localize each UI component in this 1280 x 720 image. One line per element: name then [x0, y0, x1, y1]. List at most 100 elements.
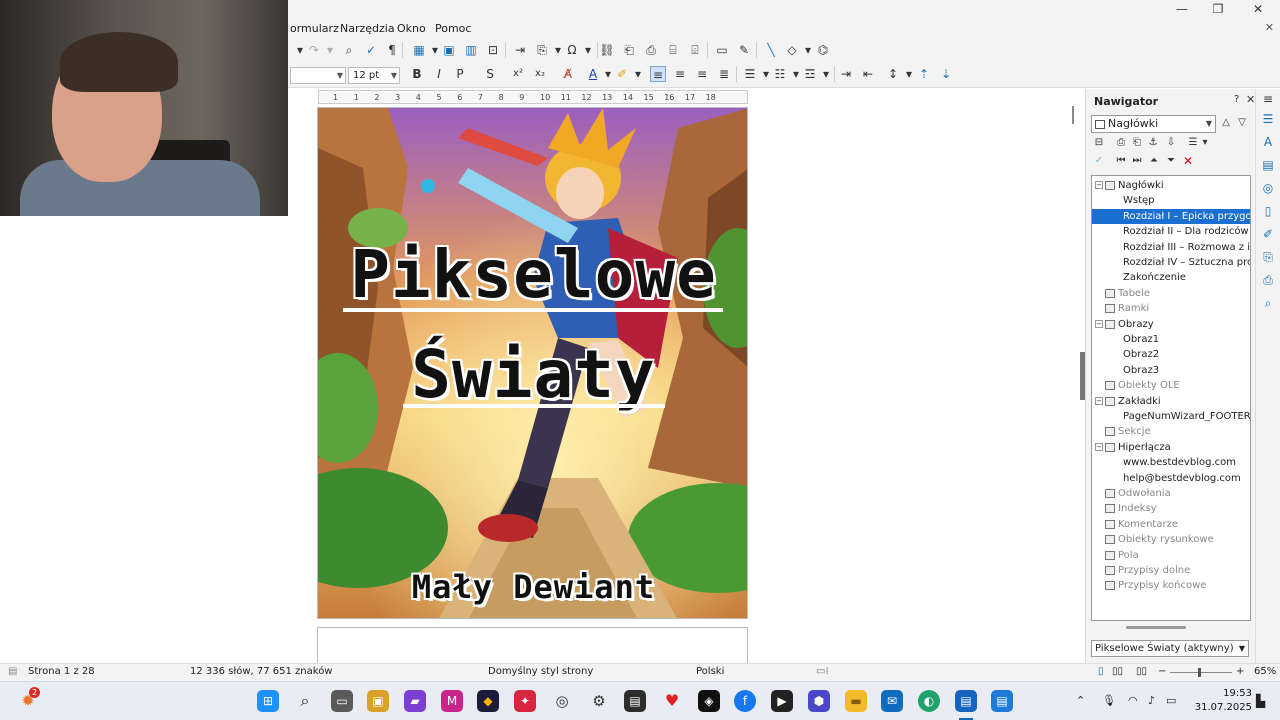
previous-icon[interactable]: △ — [1219, 117, 1233, 128]
line-spacing-dropdown-icon[interactable]: ▾ — [901, 66, 917, 82]
bullet-list-icon[interactable]: ☰ — [742, 66, 758, 82]
facebook-icon[interactable]: f — [734, 690, 756, 712]
insert-field-icon[interactable]: ⎘ — [534, 42, 550, 58]
font-name-box[interactable]: ▼ — [290, 67, 346, 84]
reminder-icon[interactable]: ⇩ — [1164, 137, 1178, 148]
collapse-icon[interactable]: − — [1095, 442, 1103, 451]
insert-textbox-icon[interactable]: ⊡ — [485, 42, 501, 58]
tree-category[interactable]: − Hiperłącza — [1092, 440, 1250, 455]
demote-chapter-icon[interactable]: ⏭ — [1130, 155, 1144, 166]
tree-category[interactable]: Obiekty rysunkowe — [1092, 532, 1250, 547]
word-count[interactable]: 12 336 słów, 77 651 znaków — [190, 666, 333, 677]
tree-item[interactable]: Rozdział II – Dla rodziców do — [1092, 224, 1250, 239]
font-size-box[interactable]: 12 pt ▼ — [348, 67, 400, 84]
app-flame-icon[interactable]: ◆ — [477, 690, 499, 712]
bookmark-icon[interactable]: ⌸ — [665, 42, 681, 58]
tree-item[interactable]: Obraz1 — [1092, 332, 1250, 347]
tree-category[interactable]: Pola — [1092, 548, 1250, 563]
start-icon[interactable]: ⊞ — [257, 690, 279, 712]
chevron-down-icon[interactable]: ▼ — [1206, 116, 1212, 132]
zoom-slider[interactable] — [1170, 672, 1232, 673]
special-char-dropdown-icon[interactable]: ▾ — [580, 42, 596, 58]
chevron-down-icon[interactable]: ▼ — [1239, 641, 1245, 656]
app-hex-icon[interactable]: ⬢ — [808, 690, 830, 712]
multi-page-view-icon[interactable]: ▯▯ — [1112, 666, 1123, 677]
subscript-icon[interactable]: x₂ — [532, 66, 548, 82]
menu-narzedzia[interactable]: Narzędzia — [340, 22, 395, 35]
check-icon[interactable]: ✓ — [1092, 155, 1106, 166]
vertical-scrollbar-thumb[interactable] — [1072, 106, 1074, 124]
store-icon[interactable]: ▣ — [367, 690, 389, 712]
close-document-icon[interactable]: ✕ — [1265, 21, 1274, 34]
hyperlink-icon[interactable]: ⛓ — [599, 42, 615, 58]
selection-mode-icon[interactable]: ▭⁞ — [816, 666, 829, 677]
libreoffice-icon[interactable]: ▤ — [991, 690, 1013, 712]
tree-item[interactable]: Rozdział IV – Sztuczna prowo — [1092, 255, 1250, 270]
line-spacing-icon[interactable]: ↕ — [885, 66, 901, 82]
search-icon[interactable]: ⌕ — [294, 690, 316, 712]
numbered-list-icon[interactable]: ☷ — [772, 66, 788, 82]
app-spiral-icon[interactable]: ◎ — [551, 690, 573, 712]
justify-icon[interactable]: ≣ — [716, 66, 732, 82]
zoom-level[interactable]: 65% — [1254, 666, 1276, 677]
tree-category[interactable]: Obiekty OLE — [1092, 378, 1250, 393]
tree-item[interactable]: Obraz3 — [1092, 363, 1250, 378]
insert-image-icon[interactable]: ▣ — [441, 42, 457, 58]
track-changes-icon[interactable]: ✎ — [736, 42, 752, 58]
properties-icon[interactable]: ☰ — [1260, 111, 1276, 127]
endnote-icon[interactable]: ⎙ — [643, 42, 659, 58]
book-view-icon[interactable]: ▯▯ — [1136, 666, 1147, 677]
design-icon[interactable]: ⎙ — [1260, 272, 1276, 288]
tree-category[interactable]: − Zakładki — [1092, 394, 1250, 409]
volume-icon[interactable]: ♪ — [1148, 694, 1155, 707]
task-view-icon[interactable]: ▭ — [331, 690, 353, 712]
zoom-slider-thumb[interactable] — [1198, 668, 1201, 677]
horizontal-ruler[interactable]: 1 1 2 3 4 5 6 7 8 9 10 11 12 13 14 15 16 17 18 — [318, 90, 748, 104]
bold-button[interactable]: B — [409, 66, 425, 82]
notifications-icon[interactable]: ▙ — [1256, 694, 1265, 708]
tree-category[interactable]: Komentarze — [1092, 517, 1250, 532]
tree-item[interactable]: Rozdział I – Epicka przygoda — [1092, 208, 1250, 224]
app-heart-icon[interactable]: ♥ — [661, 690, 683, 712]
header-icon[interactable]: ⎙ — [1114, 137, 1128, 148]
tray-expand-icon[interactable]: ⌃ — [1076, 694, 1085, 707]
tree-item[interactable]: Wstęp — [1092, 193, 1250, 208]
footer-icon[interactable]: ⎗ — [1130, 137, 1144, 148]
styles-icon[interactable]: A — [1260, 134, 1276, 150]
navigator-tree[interactable]: − Nagłówki Wstęp Rozdział I – Epicka przygo… — [1091, 175, 1251, 621]
italic-button[interactable]: I — [431, 66, 447, 82]
tree-category[interactable]: Ramki — [1092, 301, 1250, 316]
decrease-indent-icon[interactable]: ⇤ — [860, 66, 876, 82]
menu-okno[interactable]: Okno — [397, 22, 426, 35]
navigator-document-select[interactable]: Pikselowe Światy (aktywny) ▼ — [1091, 640, 1249, 657]
redo-icon[interactable]: ↷ — [306, 42, 322, 58]
minimize-button[interactable]: — — [1162, 0, 1202, 20]
underline-button[interactable]: P — [452, 66, 468, 82]
page-icon[interactable]: ▯ — [1260, 203, 1276, 219]
close-icon[interactable]: ✕ — [1246, 93, 1255, 106]
tree-category[interactable]: − Obrazy — [1092, 317, 1250, 332]
document-page[interactable]: Pikselowe Światy Mały Dewiant — [317, 107, 748, 619]
battery-icon[interactable]: ▭ — [1166, 694, 1176, 707]
redo-dropdown-icon[interactable]: ▾ — [322, 42, 338, 58]
tree-category[interactable]: Odwołania — [1092, 486, 1250, 501]
outline-list-icon[interactable]: ☲ — [802, 66, 818, 82]
app-diamond-icon[interactable]: ◈ — [698, 690, 720, 712]
sidebar-menu-icon[interactable]: ≡ — [1260, 91, 1276, 107]
manage-changes-icon[interactable]: ⎘ — [1260, 249, 1276, 265]
clear-formatting-icon[interactable]: A̸ — [560, 66, 576, 82]
comment-icon[interactable]: ▭ — [714, 42, 730, 58]
tree-item[interactable]: Obraz2 — [1092, 347, 1250, 362]
shapes-dropdown-icon[interactable]: ▾ — [800, 42, 816, 58]
close-window-button[interactable]: ✕ — [1238, 0, 1278, 20]
tree-item[interactable]: Zakończenie — [1092, 270, 1250, 285]
chevron-down-icon[interactable]: ▼ — [391, 68, 397, 83]
app-clipboard-icon[interactable]: ▤ — [624, 690, 646, 712]
drag-mode-dropdown-icon[interactable]: ▾ — [1198, 137, 1212, 148]
cross-reference-icon[interactable]: ⌹ — [687, 42, 703, 58]
special-character-icon[interactable]: Ω — [564, 42, 580, 58]
align-left-icon[interactable]: ≡ — [650, 66, 666, 82]
insert-chart-icon[interactable]: ▥ — [463, 42, 479, 58]
increase-paragraph-spacing-icon[interactable]: ⇡ — [916, 66, 932, 82]
draw-icon[interactable]: ⌬ — [815, 42, 831, 58]
